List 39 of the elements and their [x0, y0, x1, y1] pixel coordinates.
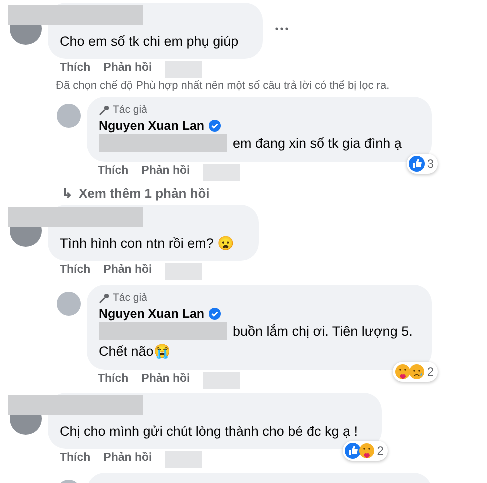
- reaction-count: 3: [427, 156, 434, 173]
- action-link[interactable]: Phản hồi: [104, 262, 152, 280]
- view-more-replies-link[interactable]: Xem thêm 1 phản hồi: [79, 186, 210, 202]
- reaction-summary[interactable]: 2: [343, 441, 388, 461]
- comment-text: Chị cho mình gửi chút lòng thành cho bé đc kg ạ !: [60, 423, 358, 440]
- comment-text: Cho em số tk chi em phụ giúp: [60, 33, 239, 50]
- action-link[interactable]: Thích: [60, 450, 91, 468]
- action-link[interactable]: Thích: [98, 163, 129, 181]
- reaction-summary[interactable]: 2: [393, 362, 438, 382]
- hugging-face-icon: [395, 364, 410, 380]
- microphone-icon: [99, 293, 110, 304]
- filter-notice: Đã chọn chế độ Phù hợp nhất nên một số câu trả lời có thể bị lọc ra.: [56, 79, 391, 93]
- comment-text: Tình hình con ntn rồi em? 😦: [60, 235, 235, 252]
- sad-face-icon: [409, 364, 424, 380]
- avatar-photo: [57, 292, 81, 316]
- reaction-count: 2: [427, 364, 434, 381]
- author-label: Tác giả: [113, 104, 148, 117]
- action-link[interactable]: Thích: [60, 60, 91, 78]
- action-link[interactable]: Thích: [60, 262, 91, 280]
- like-icon: [409, 156, 424, 172]
- author-name[interactable]: Nguyen Xuan Lan: [99, 306, 205, 322]
- avatar-photo: [57, 104, 81, 128]
- reaction-count: 2: [377, 443, 384, 460]
- hugging-face-icon: [359, 443, 374, 459]
- reply-arrow: ↳: [62, 186, 73, 202]
- more-options-icon[interactable]: [274, 27, 289, 31]
- reaction-summary[interactable]: 3: [407, 154, 438, 174]
- comment-text: Chết não😭: [99, 343, 172, 360]
- comment-text: em đang xin số tk gia đình ạ: [233, 135, 402, 152]
- microphone-icon: [99, 105, 110, 116]
- action-link[interactable]: Phản hồi: [142, 163, 190, 181]
- author-name[interactable]: Nguyen Xuan Lan: [99, 118, 205, 134]
- like-icon: [345, 443, 360, 459]
- action-link[interactable]: Phản hồi: [142, 371, 190, 389]
- action-link[interactable]: Thích: [98, 371, 129, 389]
- action-link[interactable]: Phản hồi: [104, 60, 152, 78]
- action-link[interactable]: Phản hồi: [104, 450, 152, 468]
- author-label: Tác giả: [113, 292, 148, 305]
- comment-text: buồn lắm chị ơi. Tiên lượng 5.: [233, 323, 413, 340]
